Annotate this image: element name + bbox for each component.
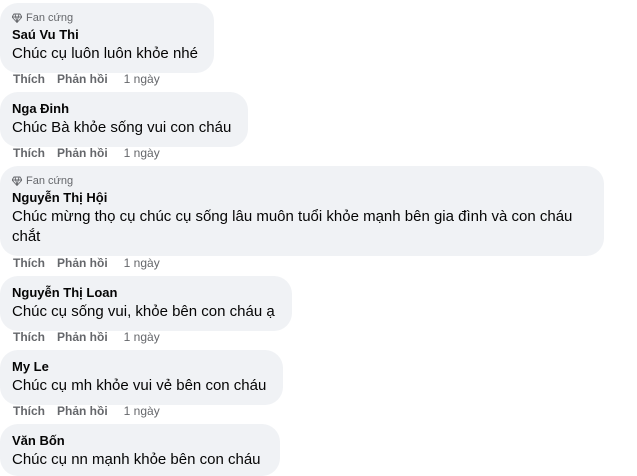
- like-button[interactable]: Thích: [13, 146, 45, 160]
- comment-bubble: Văn Bốn Chúc cụ nn mạnh khỏe bên con chá…: [0, 424, 280, 476]
- reply-button[interactable]: Phản hồi: [57, 404, 108, 418]
- comment-bubble: Nguyễn Thị Loan Chúc cụ sống vui, khỏe b…: [0, 276, 292, 331]
- diamond-icon: [12, 13, 22, 23]
- reply-button[interactable]: Phản hồi: [57, 330, 108, 344]
- commenter-name[interactable]: Saú Vu Thi: [12, 26, 202, 44]
- comment-text: Chúc cụ sống vui, khỏe bên con cháu ạ: [12, 303, 275, 320]
- fan-badge: Fan cứng: [12, 11, 202, 25]
- comment-item: My Le Chúc cụ mh khỏe vui vẻ bên con chá…: [0, 350, 283, 405]
- reply-button[interactable]: Phản hồi: [57, 146, 108, 160]
- comment-actions: Thích Phản hồi 1 ngày: [13, 145, 160, 161]
- comment-timestamp[interactable]: 1 ngày: [124, 146, 160, 160]
- comment-text: Chúc cụ nn mạnh khỏe bên con cháu: [12, 451, 261, 468]
- commenter-name[interactable]: Văn Bốn: [12, 432, 268, 450]
- comment-text: Chúc Bà khỏe sống vui con cháu: [12, 119, 232, 136]
- comment-bubble: Fan cứng Nguyễn Thị Hội Chúc mừng thọ cụ…: [0, 166, 604, 256]
- reply-button[interactable]: Phản hồi: [57, 72, 108, 86]
- comment-item: Fan cứng Nguyễn Thị Hội Chúc mừng thọ cụ…: [0, 166, 604, 256]
- comment-bubble: My Le Chúc cụ mh khỏe vui vẻ bên con chá…: [0, 350, 283, 405]
- comment-item: Fan cứng Saú Vu Thi Chúc cụ luôn luôn kh…: [0, 3, 214, 73]
- comment-text: Chúc cụ mh khỏe vui vẻ bên con cháu: [12, 377, 267, 394]
- comment-timestamp[interactable]: 1 ngày: [124, 256, 160, 270]
- like-button[interactable]: Thích: [13, 404, 45, 418]
- comment-item: Văn Bốn Chúc cụ nn mạnh khỏe bên con chá…: [0, 424, 280, 476]
- commenter-name[interactable]: Nguyễn Thị Loan: [12, 284, 280, 302]
- commenter-name[interactable]: Nga Đinh: [12, 100, 236, 118]
- fan-badge-label: Fan cứng: [26, 12, 74, 24]
- comment-actions: Thích Phản hồi 1 ngày: [13, 403, 160, 419]
- commenter-name[interactable]: Nguyễn Thị Hội: [12, 189, 592, 207]
- comment-bubble: Nga Đinh Chúc Bà khỏe sống vui con cháu: [0, 92, 248, 147]
- comment-item: Nguyễn Thị Loan Chúc cụ sống vui, khỏe b…: [0, 276, 292, 331]
- like-button[interactable]: Thích: [13, 256, 45, 270]
- like-button[interactable]: Thích: [13, 72, 45, 86]
- comment-text: Chúc mừng thọ cụ chúc cụ sống lâu muôn t…: [12, 208, 573, 245]
- like-button[interactable]: Thích: [13, 330, 45, 344]
- diamond-icon: [12, 176, 22, 186]
- fan-badge-label: Fan cứng: [26, 175, 74, 187]
- fan-badge: Fan cứng: [12, 174, 592, 188]
- comment-actions: Thích Phản hồi 1 ngày: [13, 255, 160, 271]
- comment-timestamp[interactable]: 1 ngày: [124, 330, 160, 344]
- comment-timestamp[interactable]: 1 ngày: [124, 72, 160, 86]
- comment-bubble: Fan cứng Saú Vu Thi Chúc cụ luôn luôn kh…: [0, 3, 214, 73]
- comment-actions: Thích Phản hồi 1 ngày: [13, 71, 160, 87]
- reply-button[interactable]: Phản hồi: [57, 256, 108, 270]
- comment-text: Chúc cụ luôn luôn khỏe nhé: [12, 45, 198, 62]
- comment-timestamp[interactable]: 1 ngày: [124, 404, 160, 418]
- comment-item: Nga Đinh Chúc Bà khỏe sống vui con cháu: [0, 92, 248, 147]
- commenter-name[interactable]: My Le: [12, 358, 271, 376]
- comment-actions: Thích Phản hồi 1 ngày: [13, 329, 160, 345]
